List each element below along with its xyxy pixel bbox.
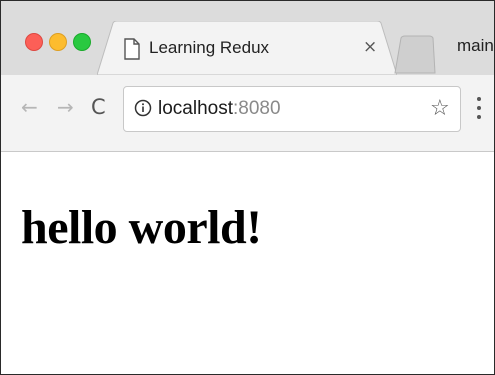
- toolbar: ← → C localhost:8080 ☆: [1, 75, 494, 151]
- menu-dot: [477, 97, 481, 101]
- menu-dot: [477, 115, 481, 119]
- menu-dot: [477, 106, 481, 110]
- url-text[interactable]: localhost:8080: [158, 98, 281, 120]
- forward-arrow-icon[interactable]: →: [57, 95, 74, 119]
- tab-close-icon[interactable]: ×: [363, 37, 377, 57]
- minimize-window-button[interactable]: [49, 33, 67, 51]
- back-arrow-icon[interactable]: ←: [21, 95, 38, 119]
- info-icon[interactable]: [134, 99, 152, 117]
- tab-title: Learning Redux: [149, 38, 270, 57]
- address-bar[interactable]: localhost:8080 ☆: [123, 86, 461, 132]
- url-host: localhost: [158, 98, 233, 119]
- reload-icon[interactable]: C: [91, 95, 106, 119]
- document-icon: [124, 38, 140, 60]
- new-tab-button[interactable]: [393, 35, 437, 75]
- browser-chrome: Learning Redux × main ← → C localhost:80…: [1, 1, 494, 152]
- tab-learning-redux[interactable]: Learning Redux ×: [97, 21, 397, 75]
- close-window-button[interactable]: [25, 33, 43, 51]
- page-content: hello world!: [1, 152, 494, 374]
- menu-dots-icon[interactable]: [477, 97, 483, 121]
- zoom-window-button[interactable]: [73, 33, 91, 51]
- tab-strip: Learning Redux × main: [1, 1, 494, 75]
- profile-label[interactable]: main: [457, 36, 494, 56]
- page-heading: hello world!: [21, 201, 262, 254]
- browser-window: Learning Redux × main ← → C localhost:80…: [0, 0, 495, 375]
- bookmark-star-icon[interactable]: ☆: [430, 96, 450, 121]
- url-port: :8080: [233, 98, 281, 119]
